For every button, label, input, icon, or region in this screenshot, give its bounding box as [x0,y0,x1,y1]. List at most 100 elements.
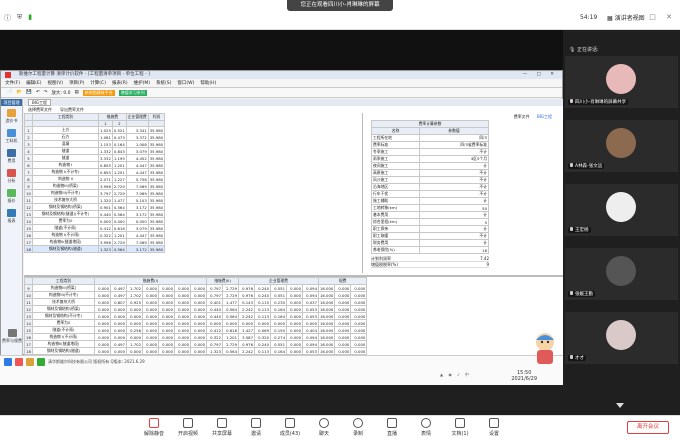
param-row[interactable]: 施工辅助计 [371,197,489,205]
table-cell[interactable]: 0.000 [350,291,368,299]
table-cell[interactable]: 16.000 [317,305,336,313]
table-cell[interactable]: 0.000 [94,319,111,327]
table-cell[interactable]: 隧道 [32,147,99,155]
table-cell[interactable]: 0.000 [174,319,191,327]
table-cell[interactable]: 35.980 [147,133,166,141]
table-row[interactable]: 1 土方 1.025 0.521 3.341 35.980 [24,126,166,134]
shield-icon[interactable]: ⛨ [17,13,22,23]
menu-item[interactable]: 系统(S) [156,79,171,87]
table-cell[interactable]: 技术复杂大桥 [32,298,95,306]
table-cell[interactable]: 16.000 [317,326,336,334]
table-cell[interactable]: 35.980 [147,231,166,239]
table-cell[interactable]: 0.322 [206,333,223,341]
table-cell[interactable]: 0.440 [206,305,223,313]
param-value[interactable]: 不计 [419,176,489,184]
table-cell[interactable]: 构造物III(桥梁) [32,284,95,292]
table-cell[interactable]: 16.000 [317,333,336,341]
browser-icon[interactable] [37,358,45,366]
menu-item[interactable]: 报表(R) [112,79,128,87]
table-cell[interactable]: 0.069 [254,326,271,334]
side-item-cost-book[interactable]: 造价书 [1,106,22,126]
table-cell[interactable]: 35.980 [147,175,166,183]
table-cell[interactable]: 0.412 [98,224,113,232]
table-row[interactable]: 9 构造物III(桥梁) 3.996 2.729 7.069 35.980 [24,182,166,190]
table-cell[interactable]: 2.729 [222,291,239,299]
table-cell[interactable]: 16.000 [317,291,336,299]
table-cell[interactable]: 35.980 [147,224,166,232]
table-cell[interactable]: 1.008 [125,140,149,148]
param-value[interactable]: 计 [419,225,489,233]
table-cell[interactable]: 0.094 [302,291,319,299]
table-cell[interactable]: 3.996 [98,182,113,190]
table-cell[interactable]: 0.855 [98,168,113,176]
table-cell[interactable]: 钢材及钢结构(不计冬) [32,312,95,320]
param-value[interactable]: 不计 [419,232,489,240]
app-window-controls[interactable]: — □ ✕ [523,71,558,79]
param-row[interactable]: 费率标准 四川省费率标准 [371,141,489,149]
table-cell[interactable]: 4.447 [125,231,149,239]
table-cell[interactable]: 0.551 [270,340,287,348]
param-row[interactable]: 职工取暖 不计 [371,232,489,240]
table-cell[interactable]: 0.000 [174,312,191,320]
table-cell[interactable]: 隧道(不计雨) [32,326,95,334]
table-cell[interactable]: 1.477 [222,298,239,306]
table-cell[interactable]: 3.332 [98,154,113,162]
side-item-fees[interactable]: 费用 [1,146,22,166]
table-cell[interactable]: 1.201 [111,231,127,239]
table-cell[interactable]: 0.000 [190,326,207,334]
undo-icon[interactable]: ↶ [36,90,40,95]
table-cell[interactable]: 3.172 [125,245,149,253]
table-cell[interactable]: 2.729 [111,189,127,197]
table-cell[interactable]: 0.000 [94,305,111,313]
calc-icon[interactable]: ▤ [75,90,79,95]
table-cell[interactable]: 0.240 [254,291,271,299]
menu-item[interactable]: 窗口(W) [177,79,194,87]
table-cell[interactable]: 0.000 [190,305,207,313]
table-cell[interactable]: 35.980 [147,217,166,225]
table-cell[interactable]: 0.000 [142,340,159,348]
table-cell[interactable]: 0.256 [126,326,143,334]
param-row[interactable]: 沿海地区 不计 [371,183,489,191]
table-cell[interactable]: 0.000 [94,312,111,320]
table-cell[interactable]: 0.000 [334,333,352,341]
table-cell[interactable]: 0.000 [110,333,127,341]
table-cell[interactable]: 0.000 [158,305,175,313]
table-cell[interactable]: 0.164 [111,140,127,148]
table-row[interactable]: 9 构造物III(桥梁) 0.000 0.497 1.702 0.000 0.000 0.00… [24,284,368,292]
table-cell[interactable]: 17 [24,340,33,348]
table-cell[interactable]: 3.341 [125,126,149,134]
table-cell[interactable]: 0.000 [158,340,175,348]
param-value[interactable]: 不计 [419,183,489,191]
table-cell[interactable]: 0.000 [222,319,239,327]
table-cell[interactable]: 0.000 [334,347,352,355]
table-cell[interactable]: 0.240 [254,284,271,292]
table-cell[interactable]: 0.000 [286,319,303,327]
table-cell[interactable]: 钢材及钢结构(隧道) [32,245,99,253]
table-cell[interactable]: 0.616 [111,224,127,232]
param-row[interactable]: 工地转移(km) 50 [371,204,489,212]
table-cell[interactable]: 0.000 [254,319,271,327]
table-cell[interactable]: 0.000 [158,291,175,299]
table-cell[interactable]: 0.000 [142,298,159,306]
toolbar-button[interactable]: 邀请 [240,418,272,437]
table-cell[interactable]: 0.150 [270,326,287,334]
table-cell[interactable]: 0.000 [174,333,191,341]
table-cell[interactable]: 0.000 [190,319,207,327]
table-cell[interactable]: 0.000 [158,284,175,292]
table-cell[interactable]: 构造物 I(不计冬) [32,168,99,176]
table-row[interactable]: 14 费率为0 0.000 0.000 0.000 35.980 [24,217,166,225]
table-cell[interactable]: 0.000 [142,347,159,355]
export-rate-file-button[interactable]: 导出费率文件 [60,106,84,113]
menu-item[interactable]: 视图(V) [47,79,63,87]
table-cell[interactable]: 16.000 [317,347,336,355]
table-cell[interactable]: 0.000 [94,340,111,348]
table-cell[interactable]: 35.980 [147,245,166,253]
table-cell[interactable]: 1.702 [126,291,143,299]
param-value[interactable]: 四川省费率标准 [419,141,489,149]
table-cell[interactable]: 构造物III(桥梁) [32,182,99,190]
toolbar-button[interactable]: 共享屏幕 [206,418,238,437]
table-row[interactable]: 10 构造物III(不计冬) 3.797 2.729 7.069 35.980 [24,189,166,197]
orange-tag-button[interactable]: 新地图建筑平台 [82,89,115,96]
toolbar-button[interactable]: 直播 [376,418,408,437]
table-cell[interactable]: 11 [24,298,33,306]
